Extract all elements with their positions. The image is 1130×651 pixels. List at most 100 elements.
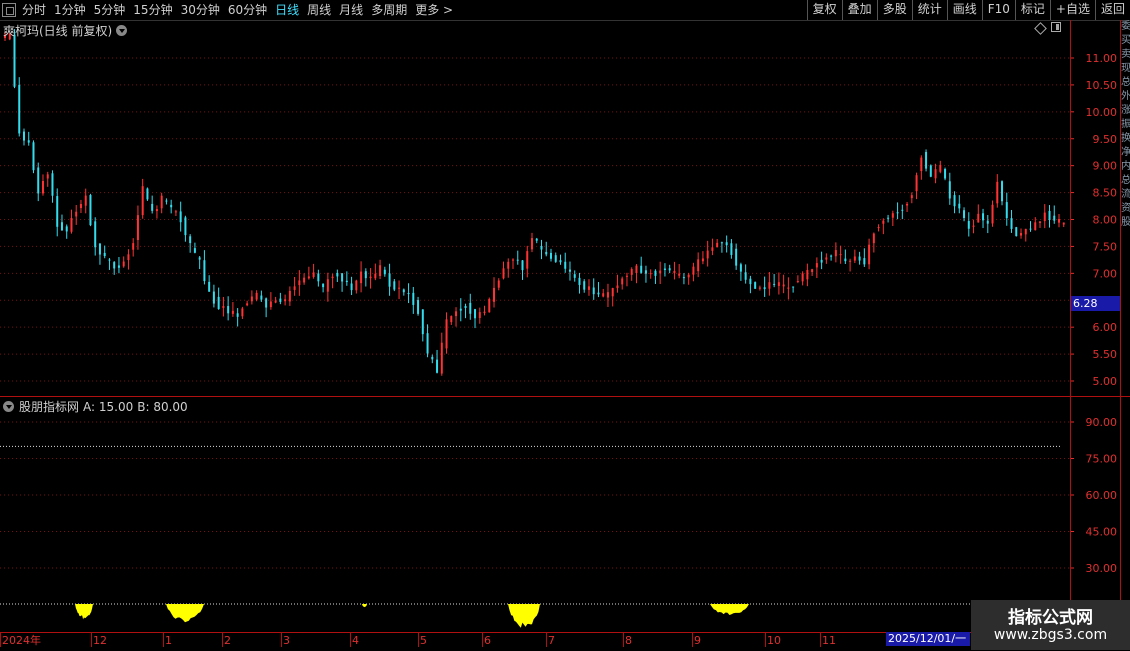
candle-body bbox=[46, 174, 49, 179]
candle-body bbox=[1043, 212, 1046, 222]
candle-body bbox=[820, 259, 823, 263]
side-label: 委 bbox=[1121, 21, 1130, 32]
candle-body bbox=[996, 181, 999, 204]
candle-body bbox=[288, 290, 291, 302]
diamond-icon[interactable] bbox=[1034, 22, 1047, 35]
period-tab-9[interactable]: 多周期 bbox=[371, 0, 407, 20]
candle-body bbox=[298, 280, 301, 286]
period-tab-5[interactable]: 60分钟 bbox=[228, 0, 267, 20]
toolbar-button-3[interactable]: 统计 bbox=[911, 0, 947, 20]
side-label: 涨 bbox=[1121, 105, 1130, 116]
candle-body bbox=[1010, 218, 1013, 229]
candle-body bbox=[360, 271, 363, 284]
candle-body bbox=[906, 203, 909, 206]
candle-body bbox=[1048, 210, 1051, 220]
candle-body bbox=[754, 282, 757, 289]
candle-body bbox=[246, 303, 249, 306]
y-tick-label: 6.00 bbox=[1093, 321, 1118, 334]
candle-body bbox=[393, 281, 396, 290]
candle-body bbox=[488, 298, 491, 313]
period-tab-8[interactable]: 月线 bbox=[339, 0, 363, 20]
period-tab-4[interactable]: 30分钟 bbox=[181, 0, 220, 20]
candle-body bbox=[98, 243, 101, 255]
x-tick-label: 9 bbox=[694, 634, 701, 647]
period-tab-0[interactable]: 分时 bbox=[22, 0, 46, 20]
candle-body bbox=[573, 274, 576, 278]
toolbar-button-1[interactable]: 叠加 bbox=[841, 0, 877, 20]
panel-toggle-icon[interactable] bbox=[1051, 22, 1061, 32]
y-tick-label: 5.50 bbox=[1093, 348, 1118, 361]
x-tick-label: 4 bbox=[352, 634, 359, 647]
side-label: 振 bbox=[1121, 119, 1130, 130]
candle-body bbox=[773, 283, 776, 285]
candle-body bbox=[1024, 228, 1027, 235]
x-tick bbox=[692, 633, 693, 647]
quote-side-strip: 委买卖现总外涨振换净内总流资股 bbox=[1121, 20, 1130, 632]
x-tick bbox=[623, 633, 624, 647]
candle-body bbox=[22, 131, 25, 141]
side-label: 总 bbox=[1121, 175, 1130, 186]
candle-body bbox=[963, 210, 966, 219]
x-tick bbox=[163, 633, 164, 647]
x-tick bbox=[91, 633, 92, 647]
period-tab-1[interactable]: 1分钟 bbox=[54, 0, 86, 20]
indicator-param-a: A: 15.00 bbox=[83, 399, 134, 414]
candle-body bbox=[625, 275, 628, 277]
candle-body bbox=[782, 284, 785, 287]
watermark-url: www.zbgs3.com bbox=[993, 627, 1108, 643]
toolbar-button-6[interactable]: 标记 bbox=[1014, 0, 1050, 20]
period-toolbar: 分时 1分钟 5分钟 15分钟 30分钟 60分钟 日线 周线 月线 多周期 更多 > 复权 叠加 多股… bbox=[0, 0, 1130, 21]
candle-body bbox=[65, 226, 68, 232]
candle-body bbox=[768, 282, 771, 289]
candle-body bbox=[13, 34, 16, 87]
toolbar-button-4[interactable]: 画线 bbox=[946, 0, 982, 20]
candle-body bbox=[141, 186, 144, 216]
indicator-name[interactable]: 股朋指标网 bbox=[19, 398, 79, 415]
y-tick-label: 10.00 bbox=[1086, 106, 1118, 119]
period-tab-6[interactable]: 日线 bbox=[275, 0, 299, 20]
toolbar-button-0[interactable]: 复权 bbox=[806, 0, 842, 20]
indicator-param-b: B: 80.00 bbox=[137, 399, 188, 414]
candle-body bbox=[117, 265, 120, 268]
toolbar-button-2[interactable]: 多股 bbox=[876, 0, 912, 20]
x-tick-label: 3 bbox=[283, 634, 290, 647]
candle-body bbox=[692, 266, 695, 275]
toolbar-button-8[interactable]: 返回 bbox=[1094, 0, 1130, 20]
candle-body bbox=[663, 268, 666, 271]
candle-body bbox=[535, 238, 538, 241]
kline-chart[interactable]: 11.00 10.50 10.00 9.50 9.00 8.50 8.00 7.50 7.00 6… bbox=[0, 0, 1130, 650]
period-tab-2[interactable]: 5分钟 bbox=[94, 0, 126, 20]
candle-body bbox=[317, 273, 320, 282]
chevron-down-icon[interactable] bbox=[116, 25, 128, 36]
candle-body bbox=[70, 217, 73, 232]
x-tick bbox=[765, 633, 766, 647]
toolbar-button-7[interactable]: +自选 bbox=[1049, 0, 1095, 20]
candle-body bbox=[483, 311, 486, 314]
panel-separator[interactable] bbox=[0, 396, 1130, 397]
candle-body bbox=[127, 254, 130, 261]
main-chart-title: 爽柯玛(日线 前复权) bbox=[3, 22, 128, 39]
x-tick-label: 8 bbox=[625, 634, 632, 647]
indicator-area bbox=[166, 604, 204, 623]
indicator-area bbox=[75, 604, 93, 620]
candle-body bbox=[730, 243, 733, 255]
candle-body bbox=[858, 256, 861, 261]
candle-body bbox=[155, 209, 158, 212]
chevron-down-icon[interactable] bbox=[3, 401, 14, 412]
y-tick-label: 9.50 bbox=[1093, 133, 1118, 146]
period-tab-10[interactable]: 更多 > bbox=[415, 0, 453, 20]
period-tab-3[interactable]: 15分钟 bbox=[133, 0, 172, 20]
candle-body bbox=[644, 270, 647, 274]
candle-body bbox=[986, 220, 989, 224]
candle-body bbox=[227, 306, 230, 314]
toolbar-button-5[interactable]: F10 bbox=[981, 0, 1015, 20]
candle-body bbox=[673, 270, 676, 274]
side-label: 卖 bbox=[1121, 49, 1130, 60]
candle-body bbox=[687, 274, 690, 278]
candle-body bbox=[934, 169, 937, 179]
window-icon[interactable] bbox=[2, 3, 16, 17]
side-label: 换 bbox=[1121, 133, 1130, 144]
candle-body bbox=[929, 165, 932, 177]
period-tab-7[interactable]: 周线 bbox=[307, 0, 331, 20]
candle-body bbox=[326, 279, 329, 292]
